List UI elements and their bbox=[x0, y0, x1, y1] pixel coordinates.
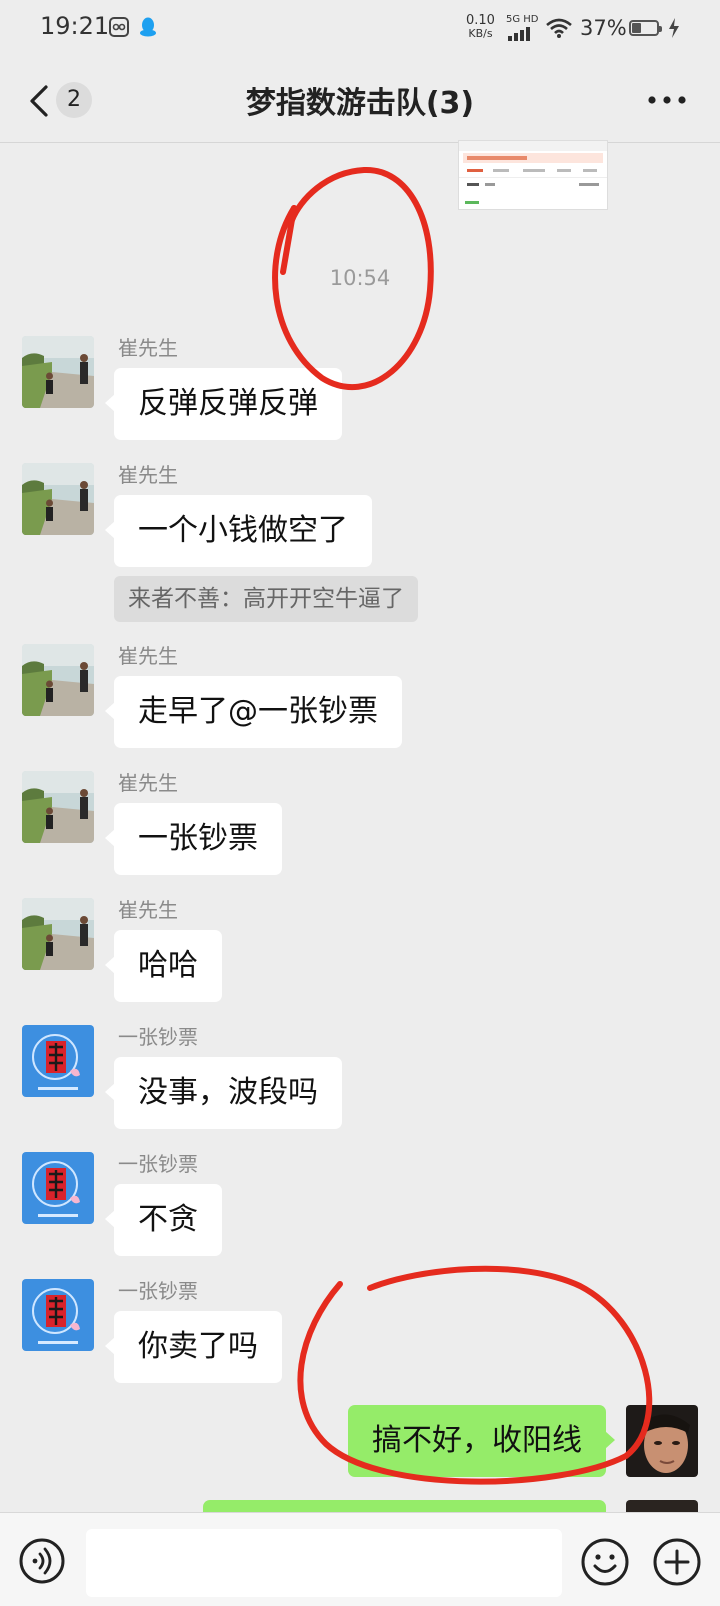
message-bubble[interactable]: 一个小钱做空了 bbox=[105, 495, 372, 567]
avatar[interactable] bbox=[22, 1152, 94, 1224]
sender-name: 一张钞票 bbox=[118, 1279, 198, 1303]
message-bubble[interactable]: 走早了@一张钞票 bbox=[105, 676, 402, 748]
quoted-reply[interactable]: 来者不善：高开开空牛逼了 bbox=[114, 576, 418, 622]
signal-label: 5G HD bbox=[506, 14, 539, 25]
voice-icon bbox=[19, 1538, 65, 1584]
chevron-left-icon bbox=[30, 85, 48, 117]
sender-name: 一张钞票 bbox=[118, 1152, 198, 1176]
shared-image-thumbnail[interactable] bbox=[458, 140, 608, 210]
emoji-button[interactable] bbox=[580, 1537, 630, 1587]
status-bar: 19:21 0.10 KB/s 5G HD 37% bbox=[0, 0, 720, 56]
message-bubble[interactable]: 哈哈 bbox=[105, 930, 222, 1002]
message-bubble[interactable]: 你卖了吗 bbox=[105, 1311, 282, 1383]
avatar[interactable] bbox=[22, 463, 94, 535]
qq-icon bbox=[138, 16, 158, 42]
status-time: 19:21 bbox=[40, 12, 110, 40]
my-message-bubble[interactable]: 搞不好，收阳线 bbox=[348, 1405, 615, 1477]
battery-percent: 37% bbox=[580, 16, 627, 40]
charging-icon bbox=[668, 18, 680, 42]
screenshot-icon bbox=[108, 16, 130, 42]
voice-button[interactable] bbox=[18, 1537, 66, 1585]
plus-button[interactable] bbox=[652, 1537, 702, 1587]
sender-name: 崔先生 bbox=[118, 771, 178, 795]
input-bar bbox=[0, 1512, 720, 1606]
more-dots-icon bbox=[648, 96, 686, 104]
back-button[interactable]: 2 bbox=[26, 80, 106, 120]
sender-name: 崔先生 bbox=[118, 644, 178, 668]
chat-timestamp: 10:54 bbox=[329, 266, 391, 290]
net-speed: 0.10 KB/s bbox=[466, 13, 495, 40]
avatar[interactable] bbox=[22, 898, 94, 970]
avatar[interactable] bbox=[22, 644, 94, 716]
red-annotation-strokes bbox=[272, 166, 653, 1485]
emoji-icon bbox=[581, 1538, 629, 1586]
message-input[interactable] bbox=[86, 1529, 562, 1597]
my-message-bubble-partial bbox=[203, 1500, 606, 1512]
more-button[interactable] bbox=[640, 82, 694, 118]
avatar[interactable] bbox=[22, 1025, 94, 1097]
battery-icon bbox=[629, 20, 662, 36]
sender-name: 一张钞票 bbox=[118, 1025, 198, 1049]
avatar[interactable] bbox=[22, 336, 94, 408]
message-bubble[interactable]: 没事，波段吗 bbox=[105, 1057, 342, 1129]
message-bubble[interactable]: 反弹反弹反弹 bbox=[105, 368, 342, 440]
avatar[interactable] bbox=[22, 771, 94, 843]
sender-name: 崔先生 bbox=[118, 898, 178, 922]
wifi-icon bbox=[546, 18, 572, 42]
my-avatar-partial bbox=[626, 1500, 698, 1512]
chat-title: 梦指数游击队(3) bbox=[245, 86, 475, 121]
plus-icon bbox=[653, 1538, 701, 1586]
sender-name: 崔先生 bbox=[118, 336, 178, 360]
my-avatar[interactable] bbox=[626, 1405, 698, 1477]
unread-badge: 2 bbox=[56, 82, 92, 118]
message-bubble[interactable]: 不贪 bbox=[105, 1184, 222, 1256]
signal-icon bbox=[508, 26, 532, 45]
avatar[interactable] bbox=[22, 1279, 94, 1351]
sender-name: 崔先生 bbox=[118, 463, 178, 487]
message-bubble[interactable]: 一张钞票 bbox=[105, 803, 282, 875]
chat-header: 2 梦指数游击队(3) bbox=[0, 56, 720, 143]
